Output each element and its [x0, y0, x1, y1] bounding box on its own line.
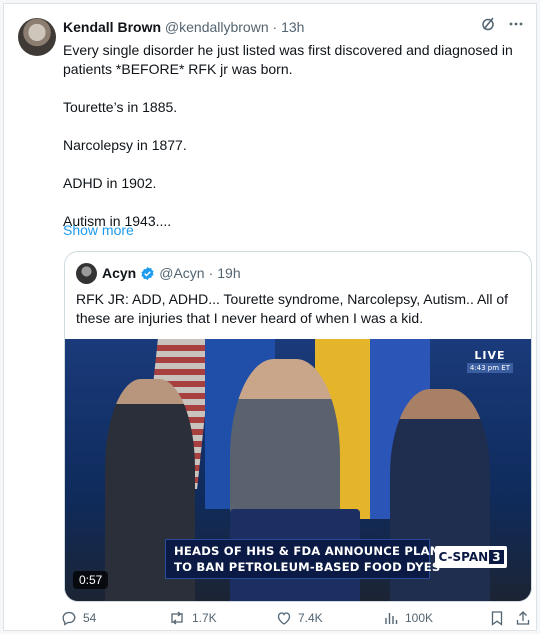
repost-button[interactable]: 1.7K	[168, 610, 217, 626]
reply-count: 54	[83, 611, 97, 625]
reply-icon	[61, 610, 77, 626]
author-name[interactable]: Kendall Brown	[63, 19, 161, 35]
live-label: LIVE	[474, 349, 506, 362]
video-player[interactable]: LIVE 4:43 pm ET HEADS OF HHS & FDA ANNOU…	[65, 339, 531, 601]
heart-icon	[276, 610, 292, 626]
quote-author-handle[interactable]: @Acyn	[159, 265, 204, 281]
views-button[interactable]: 100K	[383, 610, 433, 626]
quote-text: RFK JR: ADD, ADHD... Tourette syndrome, …	[76, 291, 509, 326]
like-count: 7.4K	[298, 611, 323, 625]
bookmark-icon	[489, 610, 505, 626]
network-number: 3	[489, 550, 504, 564]
separator: ·	[272, 19, 278, 35]
views-icon	[383, 610, 399, 626]
chyron-line-2: TO BAN PETROLEUM-BASED FOOD DYES	[174, 560, 441, 574]
quote-separator: ·	[208, 265, 214, 281]
views-count: 100K	[405, 611, 434, 625]
network-logo: C-SPAN 3	[435, 546, 507, 568]
chyron-line-1: HEADS OF HHS & FDA ANNOUNCE PLAN	[174, 544, 440, 558]
more-icon[interactable]	[508, 16, 524, 32]
share-icon	[515, 610, 531, 626]
reply-button[interactable]: 54	[61, 610, 96, 626]
header-actions	[480, 16, 524, 32]
tweet-text: Every single disorder he just listed was…	[63, 41, 528, 231]
repost-count: 1.7K	[192, 611, 217, 625]
tweet-header: Kendall Brown @kendallybrown · 13h	[63, 19, 304, 35]
video-duration: 0:57	[73, 571, 109, 589]
show-more-link[interactable]: Show more	[63, 222, 134, 238]
tweet-paragraph: Tourette’s in 1885.	[63, 99, 178, 115]
quote-timestamp[interactable]: 19h	[217, 265, 240, 281]
grok-icon[interactable]	[480, 16, 496, 32]
network-name: C-SPAN	[438, 550, 489, 564]
bookmark-button[interactable]	[489, 610, 505, 626]
live-indicator: LIVE 4:43 pm ET	[466, 349, 513, 373]
quote-author-name[interactable]: Acyn	[102, 265, 136, 281]
avatar[interactable]	[18, 18, 56, 56]
tweet-paragraph: ADHD in 1902.	[63, 175, 157, 191]
tweet-card[interactable]: Kendall Brown @kendallybrown · 13h Every…	[3, 3, 537, 631]
timestamp[interactable]: 13h	[281, 19, 304, 35]
author-handle[interactable]: @kendallybrown	[165, 19, 269, 35]
verified-badge-icon	[140, 266, 155, 281]
repost-icon	[168, 610, 186, 626]
tweet-actions: 54 1.7K 7.4K 100K	[61, 610, 531, 630]
chyron: HEADS OF HHS & FDA ANNOUNCE PLAN TO BAN …	[165, 539, 441, 579]
quote-avatar[interactable]	[76, 263, 97, 284]
quote-header: Acyn @Acyn · 19h	[102, 265, 241, 281]
like-button[interactable]: 7.4K	[276, 610, 323, 626]
live-time: 4:43 pm ET	[466, 363, 513, 373]
tweet-paragraph: Narcolepsy in 1877.	[63, 137, 187, 153]
tweet-paragraph: Every single disorder he just listed was…	[63, 42, 513, 77]
share-button[interactable]	[515, 610, 531, 626]
quoted-tweet[interactable]: Acyn @Acyn · 19h RFK JR: ADD, ADHD... To…	[64, 251, 532, 602]
